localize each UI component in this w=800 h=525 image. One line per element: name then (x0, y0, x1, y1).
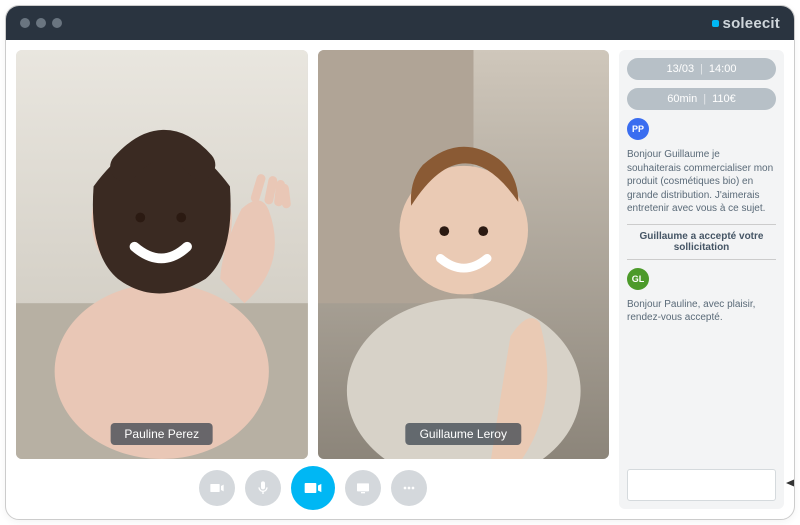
video-placeholder-2 (318, 50, 610, 459)
app-window: soleecit (5, 5, 795, 520)
nameplate-2: Guillaume Leroy (406, 423, 521, 445)
avatar-pp: PP (627, 118, 649, 140)
screen-icon (355, 480, 371, 496)
send-button[interactable] (784, 475, 795, 496)
camera-toggle-button[interactable] (199, 470, 235, 506)
avatar-gl: GL (627, 268, 649, 290)
call-controls (16, 459, 609, 509)
title-bar: soleecit (6, 6, 794, 40)
more-icon (401, 480, 417, 496)
screen-share-button[interactable] (345, 470, 381, 506)
nameplate-1: Pauline Perez (110, 423, 213, 445)
content: Pauline Perez (6, 40, 794, 519)
chat-message-1: Bonjour Guillaume je souhaiterais commer… (627, 148, 776, 216)
video-area: Pauline Perez (16, 50, 609, 509)
video-call-button[interactable] (291, 466, 335, 510)
chat-system-message: Guillaume a accepté votre sollicitation (627, 224, 776, 260)
video-icon (303, 478, 323, 498)
window-max-dot[interactable] (52, 18, 62, 28)
meeting-duration: 60min (667, 93, 697, 105)
meeting-date: 13/03 (667, 63, 695, 75)
brand-logo: soleecit (712, 15, 780, 32)
mic-icon (255, 480, 271, 496)
window-controls (20, 18, 62, 28)
chat-sidebar: 13/03 | 14:00 60min | 110€ PP Bonjour Gu… (619, 50, 784, 509)
chat-input-row (627, 469, 776, 501)
meeting-datetime-pill: 13/03 | 14:00 (627, 58, 776, 80)
video-tiles: Pauline Perez (16, 50, 609, 459)
chat-log: PP Bonjour Guillaume je souhaiterais com… (627, 118, 776, 461)
send-icon (784, 475, 795, 491)
more-options-button[interactable] (391, 470, 427, 506)
video-tile-1[interactable]: Pauline Perez (16, 50, 308, 459)
meeting-price: 110€ (712, 93, 736, 105)
video-placeholder-1 (16, 50, 308, 459)
video-tile-2[interactable]: Guillaume Leroy (318, 50, 610, 459)
meeting-price-pill: 60min | 110€ (627, 88, 776, 110)
mic-toggle-button[interactable] (245, 470, 281, 506)
window-min-dot[interactable] (36, 18, 46, 28)
camera-icon (209, 480, 225, 496)
chat-message-2: Bonjour Pauline, avec plaisir, rendez-vo… (627, 298, 776, 325)
meeting-time: 14:00 (709, 63, 737, 75)
window-close-dot[interactable] (20, 18, 30, 28)
chat-input[interactable] (636, 479, 778, 491)
